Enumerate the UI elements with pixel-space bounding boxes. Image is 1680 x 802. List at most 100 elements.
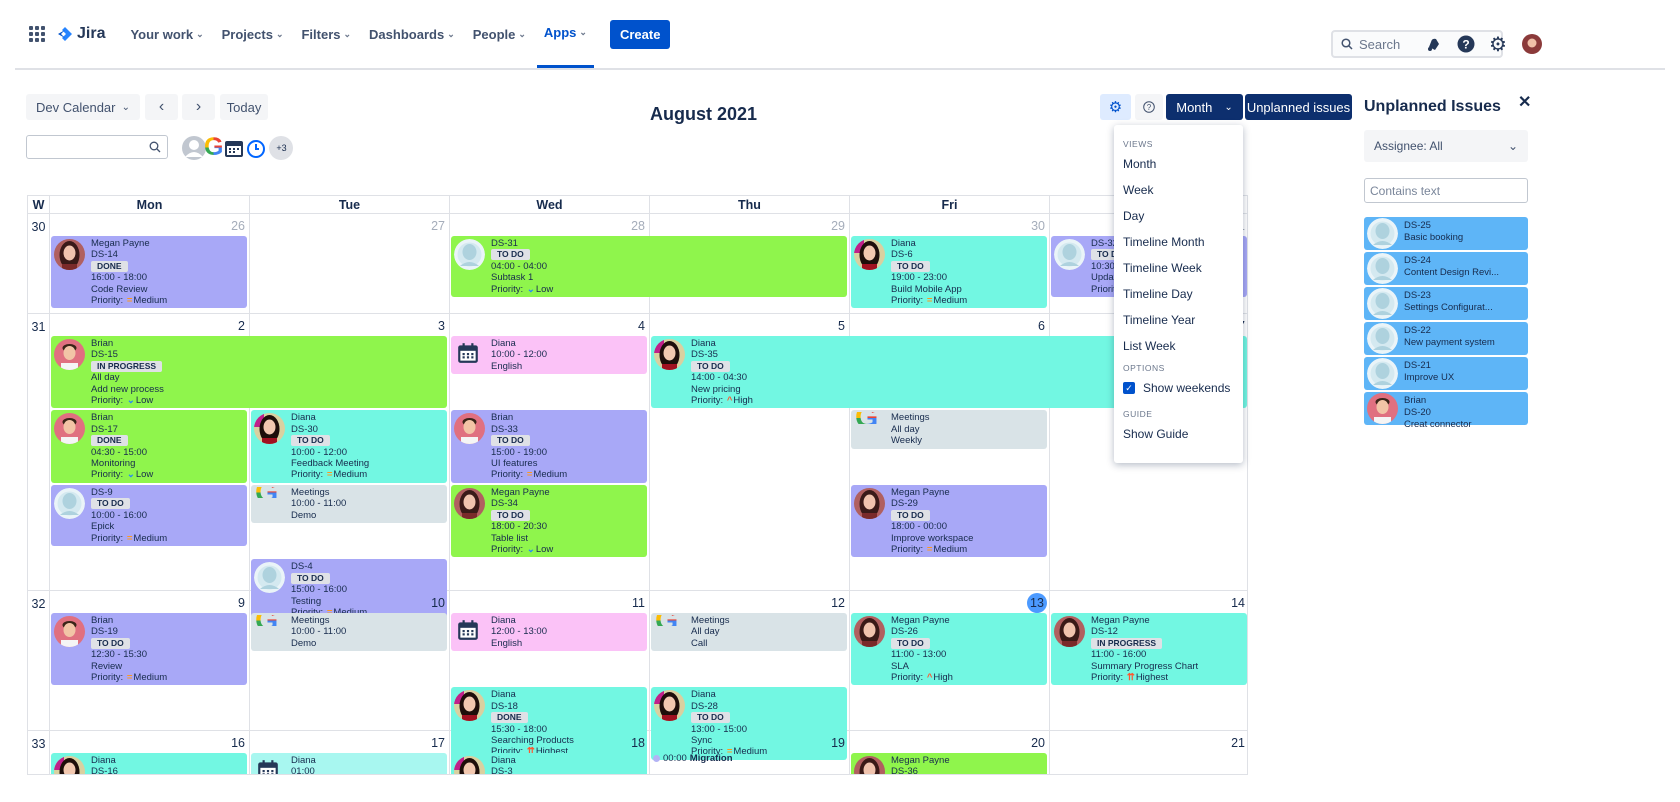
view-option-timeline-month[interactable]: Timeline Month — [1114, 229, 1243, 255]
assignee-avatar — [1054, 616, 1085, 647]
event-assignee: Meetings — [291, 615, 330, 626]
unplanned-issue-item[interactable]: DS-25 Basic booking — [1364, 217, 1528, 250]
priority-value: Medium — [533, 469, 568, 481]
unplanned-issue-item[interactable]: DS-21 Improve UX — [1364, 357, 1528, 390]
nav-item-your-work[interactable]: Your work ⌄ — [123, 0, 210, 68]
show-guide-option[interactable]: Show Guide — [1114, 421, 1243, 447]
issue-key: DS-6 — [891, 249, 913, 261]
date-number: 16 — [231, 736, 245, 750]
date-number: 4 — [638, 319, 645, 333]
nav-item-projects[interactable]: Projects ⌄ — [215, 0, 291, 68]
calendar-event[interactable]: G Meetings All day Call — [651, 613, 847, 652]
issue-event[interactable]: Megan Payne DS-34 TO DO 18:00 - 20:30 Table … — [451, 484, 647, 558]
priority-value: Medium — [133, 532, 168, 544]
view-option-timeline-year[interactable]: Timeline Year — [1114, 307, 1243, 333]
medium-priority-icon: = — [126, 295, 133, 307]
calendar-event[interactable]: G Meetings All day Weekly — [851, 410, 1047, 449]
show-weekends-checkbox[interactable]: ✓ — [1123, 382, 1135, 394]
view-option-timeline-week[interactable]: Timeline Week — [1114, 255, 1243, 281]
unplanned-issue-item[interactable]: DS-23 Settings Configurat... — [1364, 287, 1528, 320]
issue-event[interactable]: Megan Payne DS-36 — [851, 753, 1047, 774]
nav-item-dashboards[interactable]: Dashboards ⌄ — [362, 0, 462, 68]
priority-row: Priority: =Medium — [291, 469, 368, 481]
google-calendar-filter-icon[interactable]: G — [204, 133, 223, 162]
source-filters: G +3 — [181, 133, 294, 162]
issue-event[interactable]: Diana DS-16 — [51, 753, 247, 775]
calendar-select[interactable]: Dev Calendar ⌄ — [26, 94, 140, 120]
priority-value: High — [733, 395, 753, 407]
assignee-avatar — [54, 487, 85, 519]
help-button[interactable]: ? — [1135, 94, 1163, 120]
create-button[interactable]: Create — [609, 19, 671, 49]
view-select[interactable]: Month ⌄ — [1166, 94, 1243, 120]
calendar-search-input[interactable] — [26, 135, 168, 159]
chevron-down-icon: ⌄ — [121, 101, 130, 113]
priority-row: Priority: =Medium — [91, 295, 168, 307]
issue-event[interactable]: Brian DS-15 IN PROGRESS All day Add new proc… — [51, 336, 447, 409]
contains-text-placeholder: Contains text — [1370, 184, 1441, 198]
calendar-event[interactable]: G Meetings 10:00 - 11:00 Demo — [251, 484, 447, 524]
calendar-event[interactable]: Diana 10:00 - 12:00 English — [451, 336, 647, 375]
event-assignee: Diana — [91, 755, 116, 766]
issue-key: DS-20 — [1404, 407, 1431, 418]
calendar-filter-icon[interactable] — [223, 137, 245, 159]
issue-event[interactable]: DS-9 TO DO 10:00 - 16:00 Epick Priority: =Me… — [51, 484, 247, 546]
priority-row: Priority: =Medium — [491, 469, 568, 481]
issue-event[interactable]: Megan Payne DS-29 TO DO 18:00 - 00:00 Improv… — [851, 484, 1047, 558]
issue-key: DS-25 — [1404, 220, 1431, 231]
date-number: 6 — [1038, 319, 1045, 333]
event-time: 10:00 - 12:00 — [291, 446, 347, 458]
today-button[interactable]: Today — [220, 94, 268, 120]
question-icon: ? — [1143, 101, 1155, 113]
issue-event[interactable]: Diana DS-3 — [451, 753, 647, 774]
view-option-week[interactable]: Week — [1114, 177, 1243, 203]
app-switcher-icon[interactable] — [29, 26, 45, 42]
view-option-day[interactable]: Day — [1114, 203, 1243, 229]
issue-event[interactable]: Megan Payne DS-14 DONE 16:00 - 18:00 Code Re… — [51, 236, 247, 309]
unplanned-issue-item[interactable]: Brian DS-20 Creat connector — [1364, 392, 1528, 430]
issue-event[interactable]: Brian DS-33 TO DO 15:00 - 19:00 UI features P… — [451, 410, 647, 483]
issue-event[interactable]: Megan Payne DS-26 TO DO 11:00 - 13:00 SLA Pri… — [851, 613, 1047, 686]
notifications-icon[interactable] — [1424, 34, 1444, 54]
view-option-month[interactable]: Month — [1114, 151, 1243, 177]
assignee-select[interactable]: Assignee: All ⌄ — [1364, 130, 1528, 162]
unplanned-issues-button[interactable]: Unplanned issues — [1245, 94, 1352, 120]
jira-logo[interactable]: Jira — [57, 25, 105, 43]
issue-event[interactable]: Diana DS-30 TO DO 10:00 - 12:00 Feedback Mee… — [251, 410, 447, 483]
next-month-button[interactable]: › — [182, 94, 215, 120]
previous-month-button[interactable]: ‹ — [145, 94, 178, 120]
view-option-list-week[interactable]: List Week — [1114, 333, 1243, 359]
calendar-event[interactable]: Diana 01:00 — [251, 753, 447, 774]
unplanned-issue-item[interactable]: DS-24 Content Design Revi... — [1364, 252, 1528, 285]
issue-event[interactable]: Brian DS-19 TO DO 12:30 - 15:30 Review Priori… — [51, 613, 247, 686]
unplanned-issue-item[interactable]: DS-22 New payment system — [1364, 322, 1528, 355]
user-avatar[interactable] — [1522, 34, 1542, 54]
event-title: SLA — [891, 660, 909, 672]
issue-event[interactable]: Megan Payne DS-12 IN PROGRESS 11:00 - 16:00… — [1051, 613, 1247, 686]
week-number: 30 — [31, 220, 46, 234]
more-filters-badge[interactable]: +3 — [269, 135, 294, 160]
calendar-event[interactable]: 00:00 Migration — [649, 753, 849, 764]
contains-text-input[interactable]: Contains text — [1364, 178, 1528, 203]
alarm-clock-filter-icon[interactable] — [245, 137, 267, 159]
issue-event[interactable]: Brian DS-17 DONE 04:30 - 15:00 Monitoring Pri… — [51, 410, 247, 483]
calendar-event[interactable]: Diana 12:00 - 13:00 English — [451, 613, 647, 652]
nav-item-filters[interactable]: Filters ⌄ — [294, 0, 358, 68]
calendar-event[interactable]: G Meetings 10:00 - 11:00 Demo — [251, 613, 447, 652]
nav-item-apps[interactable]: Apps ⌄ — [536, 0, 594, 68]
issue-event[interactable]: DS-31 TO DO 04:00 - 04:00 Subtask 1 Priority… — [451, 236, 847, 298]
settings-icon[interactable]: ⚙ — [1488, 34, 1508, 56]
event-assignee: Brian — [91, 615, 114, 626]
issue-key: DS-16 — [91, 766, 118, 775]
close-panel-icon[interactable]: ✕ — [1518, 92, 1531, 112]
issue-event[interactable]: Diana DS-6 TO DO 19:00 - 23:00 Build Mobile … — [851, 236, 1047, 309]
calendar-settings-button[interactable]: ⚙ — [1100, 94, 1131, 120]
views-section-label: VIEWS — [1123, 139, 1153, 149]
week-row: 312345678BrianDS-15IN PROGRESSAll dayAdd… — [28, 314, 1247, 621]
nav-item-people[interactable]: People ⌄ — [466, 0, 533, 68]
view-option-timeline-day[interactable]: Timeline Day — [1114, 281, 1243, 307]
help-icon[interactable]: ? — [1456, 34, 1476, 54]
show-weekends-option[interactable]: ✓ Show weekends — [1114, 375, 1243, 401]
assignee-avatar — [54, 756, 85, 774]
search-input[interactable]: Search — [1331, 30, 1503, 58]
